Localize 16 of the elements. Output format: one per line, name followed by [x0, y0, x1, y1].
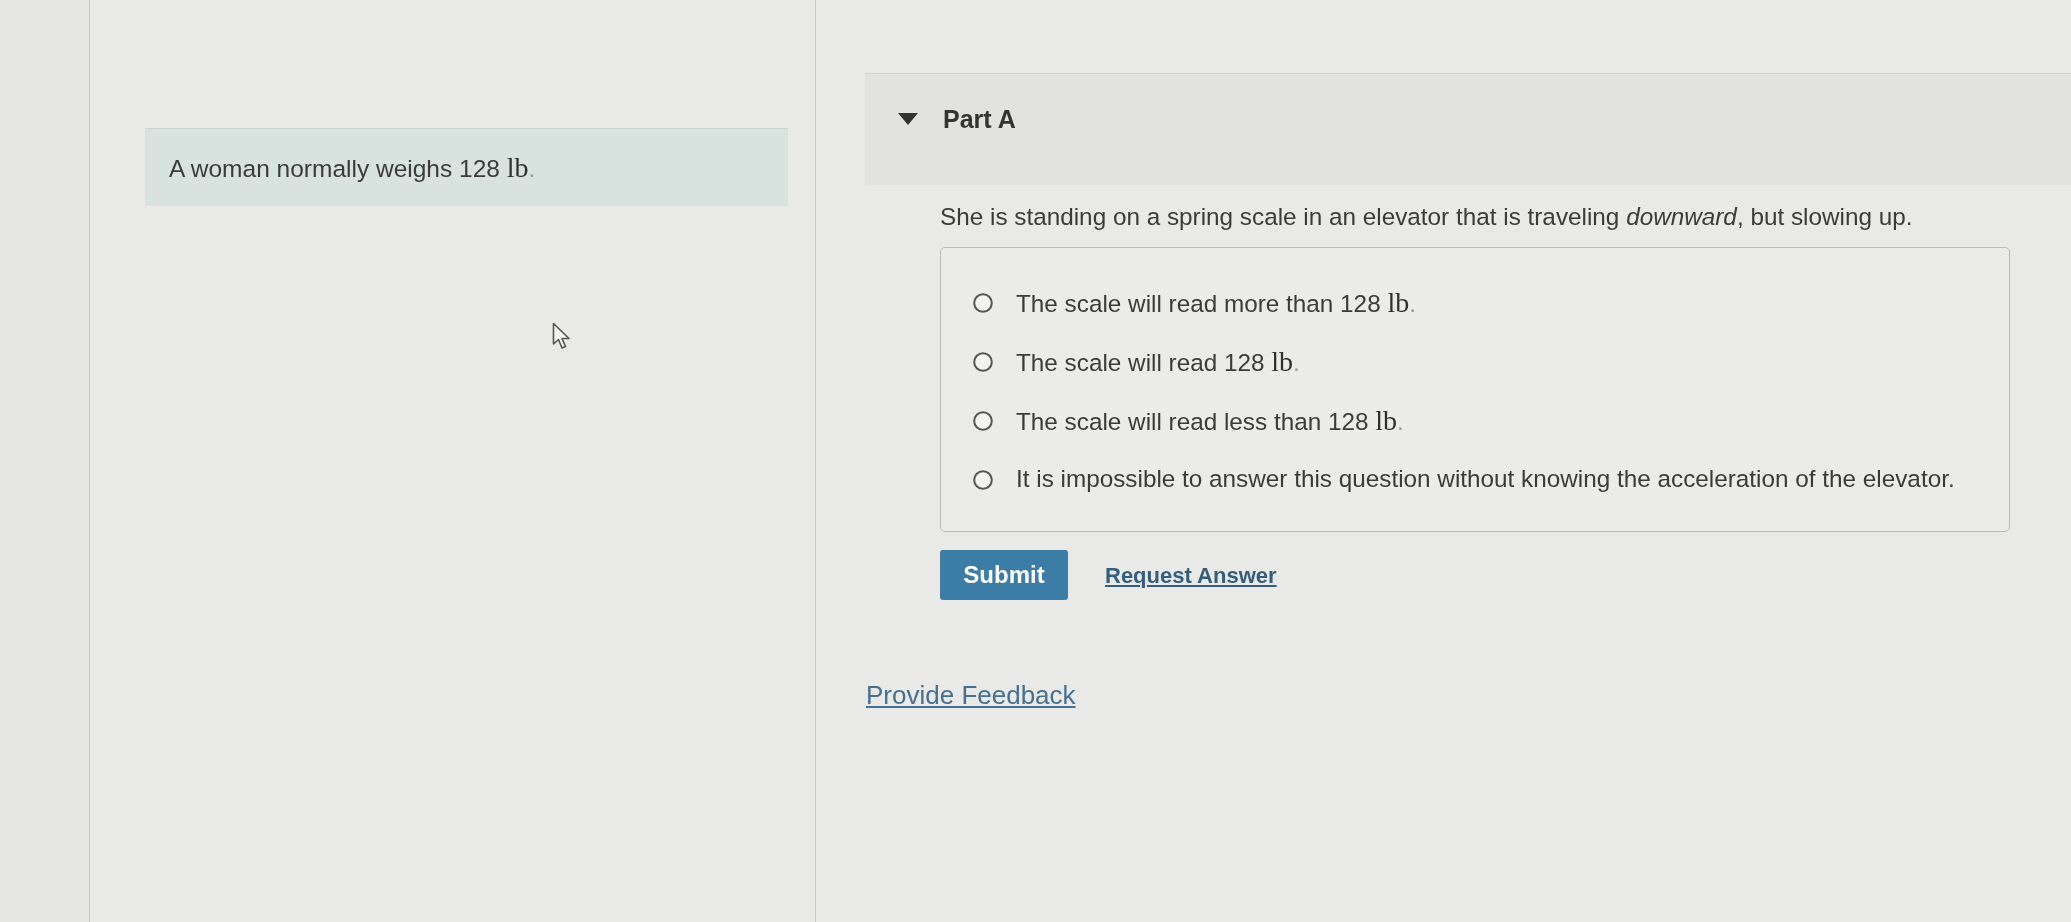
radio-button[interactable] [973, 292, 993, 313]
option-label[interactable]: The scale will read more than 128 lb. [1016, 281, 1416, 324]
option-label[interactable]: The scale will read less than 128 lb. [1016, 399, 1404, 442]
radio-button[interactable] [973, 351, 993, 372]
radio-button[interactable] [973, 469, 993, 490]
question-text: She is standing on a spring scale in an elevator that is traveling downward, but slowing up. [940, 202, 1914, 232]
option-label[interactable]: It is impossible to answer this question without knowing the acceleration of the elevator. [1016, 461, 1955, 498]
submit-button[interactable]: Submit [940, 550, 1068, 600]
intro-text: A woman normally weighs 128 lb. [169, 150, 536, 185]
part-title: Part A [943, 104, 1016, 134]
provide-feedback-link[interactable]: Provide Feedback [866, 676, 1076, 715]
mouse-pointer-icon [552, 322, 572, 350]
caret-icon[interactable] [898, 113, 918, 125]
request-answer-link[interactable]: Request Answer [1105, 558, 1277, 592]
option-label[interactable]: The scale will read 128 lb. [1016, 340, 1300, 383]
radio-button[interactable] [973, 410, 993, 431]
